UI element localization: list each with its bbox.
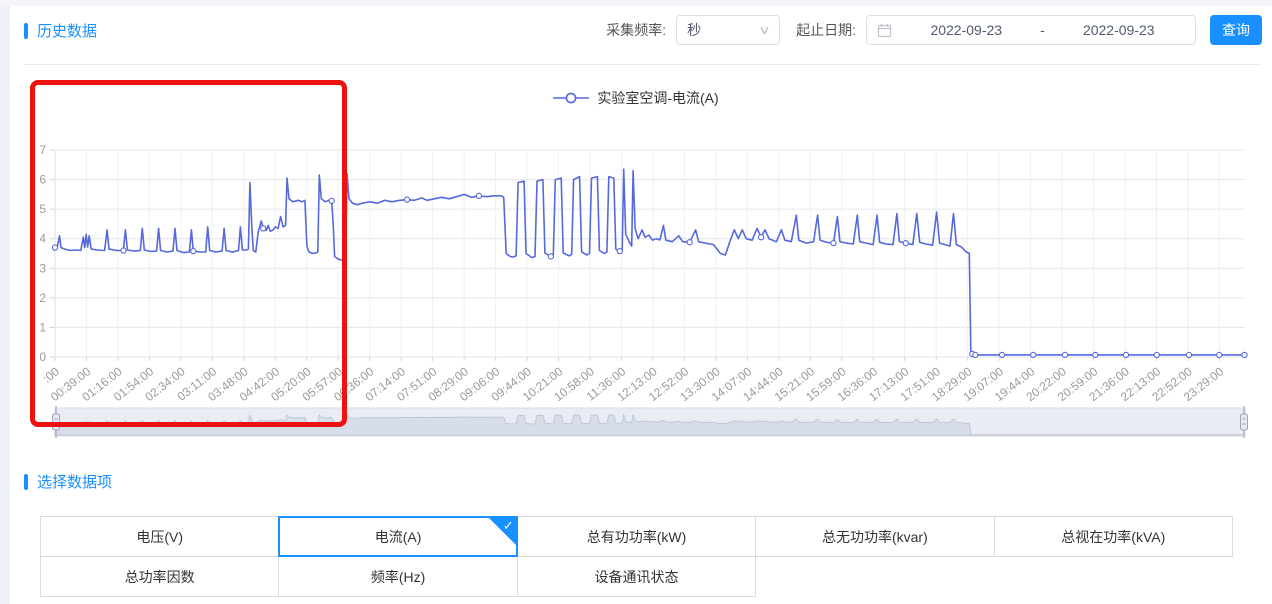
top-edge-strip xyxy=(0,0,1272,6)
toolbar: 采集频率: 秒 ∨ 起止日期: 2022-09-23 - 2022-09-23 … xyxy=(606,15,1262,45)
start-date-value: 2022-09-23 xyxy=(900,22,1033,38)
svg-text:4: 4 xyxy=(39,232,46,246)
check-icon: ✓ xyxy=(503,518,514,533)
legend-label: 实验室空调-电流(A) xyxy=(597,88,718,108)
data-item-label: 频率(Hz) xyxy=(371,567,425,587)
data-item-总有功功率(kW)[interactable]: 总有功功率(kW) xyxy=(517,516,756,557)
data-item-电流(A)[interactable]: 电流(A) ✓ xyxy=(278,516,517,557)
svg-text::00: :00 xyxy=(40,364,62,386)
calendar-icon xyxy=(877,23,892,38)
history-section-header: 历史数据 xyxy=(24,20,97,41)
svg-text:7: 7 xyxy=(39,143,46,157)
freq-select-value: 秒 xyxy=(687,20,701,40)
svg-text:3: 3 xyxy=(39,261,46,275)
svg-text:2: 2 xyxy=(39,291,46,305)
select-data-accent-bar xyxy=(24,474,28,490)
end-date-value: 2022-09-23 xyxy=(1053,22,1186,38)
svg-text:5: 5 xyxy=(39,202,46,216)
page-title: 历史数据 xyxy=(37,20,97,41)
data-item-label: 总无功功率(kvar) xyxy=(822,527,928,547)
datazoom-right-handle[interactable] xyxy=(1237,406,1249,439)
data-item-总视在功率(kVA)[interactable]: 总视在功率(kVA) xyxy=(994,516,1233,557)
date-separator: - xyxy=(1033,22,1053,38)
svg-text:1: 1 xyxy=(39,320,46,334)
data-item-label: 电压(V) xyxy=(136,527,183,547)
legend-line-circle-icon xyxy=(553,91,589,105)
select-data-section-header: 选择数据项 xyxy=(24,471,112,492)
data-item-label: 总视在功率(kVA) xyxy=(1061,527,1165,547)
freq-select[interactable]: 秒 ∨ xyxy=(676,15,780,45)
svg-text:6: 6 xyxy=(39,173,46,187)
data-item-总无功功率(kvar)[interactable]: 总无功功率(kvar) xyxy=(755,516,994,557)
history-accent-bar xyxy=(24,23,28,39)
query-button[interactable]: 查询 xyxy=(1210,15,1262,45)
data-item-label: 总功率因数 xyxy=(125,567,195,587)
data-item-设备通讯状态[interactable]: 设备通讯状态 xyxy=(517,556,756,597)
data-item-频率(Hz)[interactable]: 频率(Hz) xyxy=(278,556,517,597)
data-item-电压(V)[interactable]: 电压(V) xyxy=(40,516,279,557)
datazoom-slider[interactable] xyxy=(55,408,1245,437)
datazoom-left-handle[interactable] xyxy=(49,406,61,439)
header-divider xyxy=(24,64,1262,65)
legend-item[interactable]: 实验室空调-电流(A) xyxy=(0,88,1272,108)
date-range-picker[interactable]: 2022-09-23 - 2022-09-23 xyxy=(866,15,1196,45)
svg-text:0: 0 xyxy=(39,350,46,364)
select-data-title: 选择数据项 xyxy=(37,471,112,492)
chevron-down-icon: ∨ xyxy=(759,23,771,37)
freq-label: 采集频率: xyxy=(606,20,666,40)
data-item-总功率因数[interactable]: 总功率因数 xyxy=(40,556,279,597)
history-chart[interactable]: 01234567:0000:39:0001:16:0001:54:0002:34… xyxy=(0,70,1272,450)
data-item-label: 设备通讯状态 xyxy=(594,567,678,587)
data-item-label: 总有功功率(kW) xyxy=(587,527,687,547)
data-item-label: 电流(A) xyxy=(375,527,422,547)
date-range-label: 起止日期: xyxy=(796,20,856,40)
page: { "colors": { "accent": "#1890ff", "seri… xyxy=(0,0,1272,604)
